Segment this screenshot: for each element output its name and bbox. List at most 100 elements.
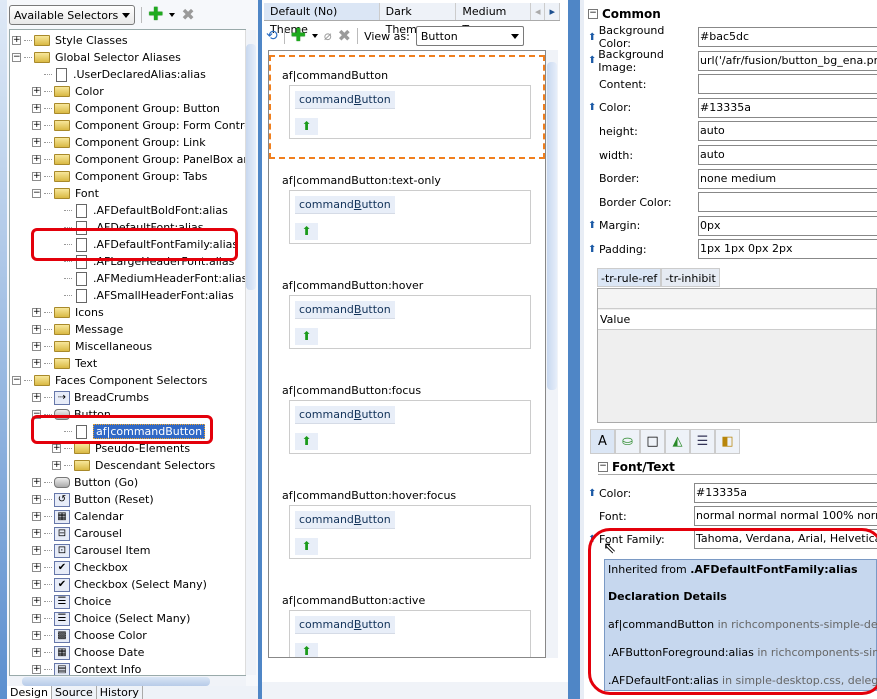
- tree-item[interactable]: + Component Group: PanelBox and Re: [32, 151, 245, 168]
- tree-item[interactable]: + ⇢ BreadCrumbs: [32, 389, 149, 406]
- collapse-icon[interactable]: −: [588, 9, 598, 19]
- inherited-arrow-icon[interactable]: ⬆: [588, 102, 599, 113]
- property-value-field[interactable]: [698, 74, 877, 95]
- collapse-icon[interactable]: −: [12, 53, 21, 62]
- tab-history[interactable]: History: [96, 686, 143, 699]
- property-value-field[interactable]: url('/afr/fusion/button_bg_ena.png'): [698, 50, 877, 71]
- font-text-icon[interactable]: A: [590, 429, 615, 454]
- expand-icon[interactable]: +: [32, 495, 41, 504]
- delete-icon[interactable]: ✖: [181, 7, 194, 23]
- tree-item[interactable]: + ✔ Checkbox (Select Many): [32, 576, 207, 593]
- property-value-field[interactable]: #13335a: [694, 483, 877, 503]
- tree-item[interactable]: + Color: [32, 83, 104, 100]
- tree-item[interactable]: + ☰ Choice: [32, 593, 111, 610]
- expand-icon[interactable]: +: [32, 665, 41, 674]
- tab-scroll-left[interactable]: ◂: [530, 3, 546, 20]
- preview-block[interactable]: af|commandButton:focus commandButton ⬆: [269, 370, 545, 474]
- command-button-sample[interactable]: commandButton: [295, 511, 395, 529]
- property-value-field[interactable]: auto: [698, 121, 877, 142]
- tree-item[interactable]: + ⊡ Carousel Item: [32, 542, 151, 559]
- tree-item[interactable]: + Component Group: Button: [32, 100, 220, 117]
- tree-item[interactable]: + Message: [32, 321, 123, 338]
- preview-block[interactable]: af|commandButton:hover commandButton ⬆: [269, 265, 545, 369]
- available-selectors-dropdown[interactable]: Available Selectors: [9, 5, 136, 25]
- property-value-field[interactable]: auto: [698, 145, 877, 165]
- tree-item[interactable]: − Font: [32, 185, 99, 202]
- expand-icon[interactable]: +: [32, 546, 41, 555]
- tab-design[interactable]: Design: [7, 686, 52, 699]
- expand-icon[interactable]: +: [32, 478, 41, 487]
- expand-icon[interactable]: +: [32, 393, 41, 402]
- expand-icon[interactable]: +: [32, 342, 41, 351]
- tree-item[interactable]: − Global Selector Aliases: [12, 49, 181, 66]
- folder-arrow-icon[interactable]: ⬆: [295, 538, 318, 555]
- expand-icon[interactable]: +: [32, 325, 41, 334]
- add-icon[interactable]: ✚: [148, 6, 163, 24]
- expand-icon[interactable]: +: [32, 308, 41, 317]
- expand-icon[interactable]: +: [32, 529, 41, 538]
- property-value-field[interactable]: #13335a: [698, 97, 877, 118]
- tree-item[interactable]: + Component Group: Link: [32, 134, 206, 151]
- tab-dark-theme[interactable]: Dark Theme: [379, 3, 457, 36]
- expand-icon[interactable]: +: [32, 155, 41, 164]
- tree-item[interactable]: + Component Group: Tabs: [32, 168, 207, 185]
- folder-arrow-icon[interactable]: ⬆: [295, 118, 318, 135]
- expand-icon[interactable]: +: [12, 36, 21, 45]
- tab-source[interactable]: Source: [51, 686, 97, 699]
- inherited-arrow-icon[interactable]: ⬆: [588, 32, 599, 43]
- eraser-icon[interactable]: ⌀: [324, 29, 332, 44]
- expand-icon[interactable]: +: [32, 648, 41, 657]
- preview-block[interactable]: af|commandButton commandButton ⬆: [269, 55, 545, 159]
- font-text-section-header[interactable]: − Font/Text: [598, 460, 877, 475]
- chevron-down-icon[interactable]: [311, 34, 318, 38]
- expand-icon[interactable]: +: [32, 614, 41, 623]
- command-button-sample[interactable]: commandButton: [295, 196, 395, 214]
- expand-icon[interactable]: +: [32, 172, 41, 181]
- tab-tr-rule-ref[interactable]: -tr-rule-ref: [597, 268, 662, 287]
- property-value-field[interactable]: none medium: [698, 168, 877, 189]
- common-section-header[interactable]: − Common: [588, 7, 661, 21]
- media-icon[interactable]: ◧: [715, 429, 740, 454]
- command-button-sample[interactable]: commandButton: [295, 91, 395, 109]
- fill-bucket-icon[interactable]: ⛀: [615, 429, 640, 454]
- expand-icon[interactable]: +: [32, 580, 41, 589]
- tree-item[interactable]: + ☰ Choice (Select Many): [32, 610, 190, 627]
- property-value-field[interactable]: 0px: [698, 215, 877, 236]
- property-value-field[interactable]: [698, 192, 877, 213]
- tab-medium-theme[interactable]: Medium T…: [456, 3, 531, 36]
- tree-item[interactable]: + ↺ Button (Reset): [32, 491, 154, 508]
- inherited-arrow-icon[interactable]: ⬆: [588, 55, 598, 66]
- tree-item[interactable]: + Descendant Selectors: [52, 457, 215, 474]
- tree-item[interactable]: .AFSmallHeaderFont:alias: [52, 287, 234, 304]
- command-button-sample[interactable]: commandButton: [295, 301, 395, 319]
- command-button-sample[interactable]: commandButton: [295, 406, 395, 424]
- tree-hscroll-thumb[interactable]: [22, 677, 210, 686]
- collapse-icon[interactable]: −: [598, 462, 608, 472]
- list-icon[interactable]: ☰: [690, 429, 715, 454]
- preview-block[interactable]: af|commandButton:active commandButton ⬆: [269, 580, 545, 657]
- expand-icon[interactable]: +: [32, 121, 41, 130]
- inherited-arrow-icon[interactable]: ⬆: [588, 244, 599, 255]
- expand-icon[interactable]: +: [52, 444, 61, 453]
- view-as-dropdown[interactable]: Button: [415, 26, 524, 46]
- delete-icon[interactable]: ✖: [338, 28, 351, 44]
- tree-item[interactable]: + ⊟ Carousel: [32, 525, 122, 542]
- tree-item[interactable]: + ▤ Context Info: [32, 661, 141, 675]
- command-button-sample[interactable]: commandButton: [295, 616, 395, 634]
- chevron-down-icon[interactable]: [169, 13, 176, 17]
- tree-item[interactable]: + Icons: [32, 304, 104, 321]
- folder-arrow-icon[interactable]: ⬆: [295, 328, 318, 345]
- tree-item[interactable]: + Component Group: Form Controls: [32, 117, 245, 134]
- property-value-field[interactable]: 1px 1px 0px 2px: [698, 239, 877, 260]
- tree-item[interactable]: .AFMediumHeaderFont:alias: [52, 270, 245, 287]
- tab-scroll-right[interactable]: ▸: [545, 3, 561, 20]
- tree-item[interactable]: + Button (Go): [32, 474, 138, 491]
- expand-icon[interactable]: +: [32, 138, 41, 147]
- expand-icon[interactable]: +: [32, 597, 41, 606]
- preview-block[interactable]: af|commandButton:text-only commandButton ⬆: [269, 160, 545, 264]
- tree-item[interactable]: + Text: [32, 355, 97, 372]
- folder-arrow-icon[interactable]: ⬆: [295, 643, 318, 657]
- tree-item[interactable]: − Faces Component Selectors: [12, 372, 207, 389]
- tree-item[interactable]: + ▦ Calendar: [32, 508, 123, 525]
- property-value-field[interactable]: normal normal normal 100% normal: [694, 506, 877, 526]
